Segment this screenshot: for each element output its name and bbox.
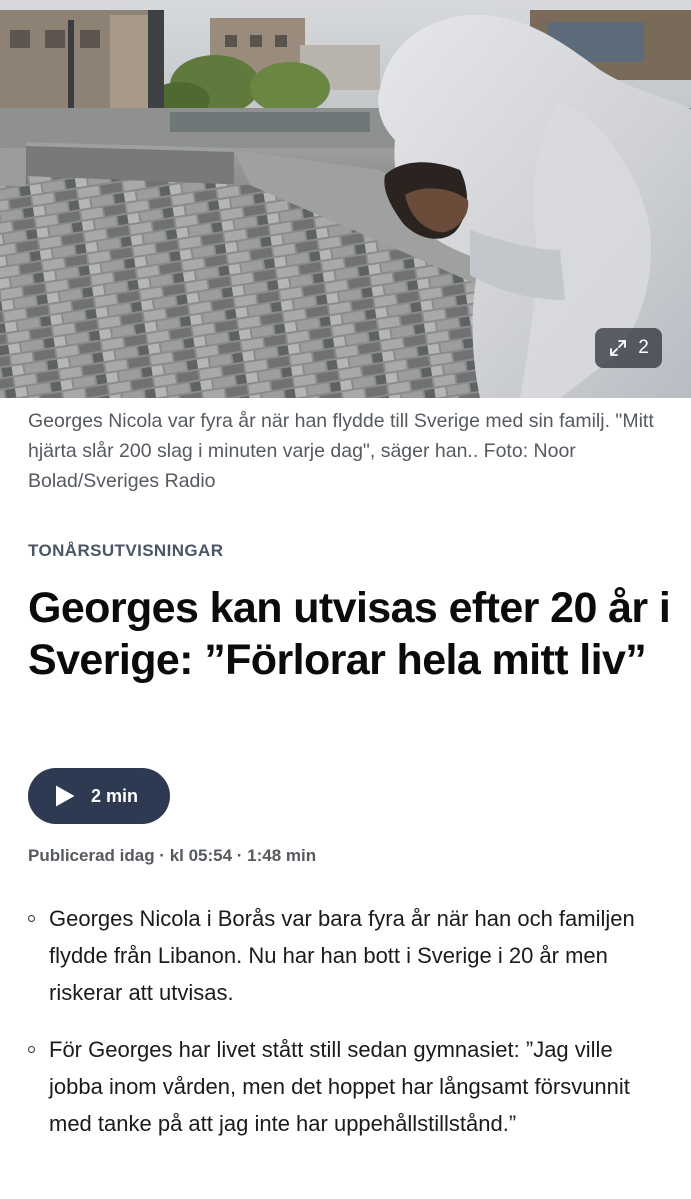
gallery-expand-button[interactable]: 2	[595, 328, 662, 368]
audio-play-button[interactable]: 2 min	[28, 768, 170, 824]
publish-meta: Publicerad idag · kl 05:54 · 1:48 min	[28, 846, 317, 865]
gallery-count: 2	[638, 337, 649, 358]
hero-photo	[0, 0, 691, 398]
expand-icon	[610, 340, 627, 356]
summary-item-text: För Georges har livet stått still sedan …	[49, 1037, 630, 1136]
play-icon	[56, 785, 75, 807]
summary-item: Georges Nicola i Borås var bara fyra år …	[28, 900, 668, 1011]
article-summary-list: Georges Nicola i Borås var bara fyra år …	[28, 900, 668, 1162]
summary-item-text: Georges Nicola i Borås var bara fyra år …	[49, 906, 635, 1005]
summary-item: För Georges har livet stått still sedan …	[28, 1031, 668, 1142]
audio-duration-label: 2 min	[91, 785, 139, 806]
bullet-circle-icon	[28, 1046, 35, 1053]
bullet-circle-icon	[28, 915, 35, 922]
hero-image[interactable]: 2	[0, 0, 691, 398]
image-caption: Georges Nicola var fyra år när han flydd…	[28, 410, 654, 492]
article-headline: Georges kan utvisas efter 20 år i Sverig…	[28, 584, 671, 684]
category-link[interactable]: TONÅRSUTVISNINGAR	[28, 541, 223, 561]
